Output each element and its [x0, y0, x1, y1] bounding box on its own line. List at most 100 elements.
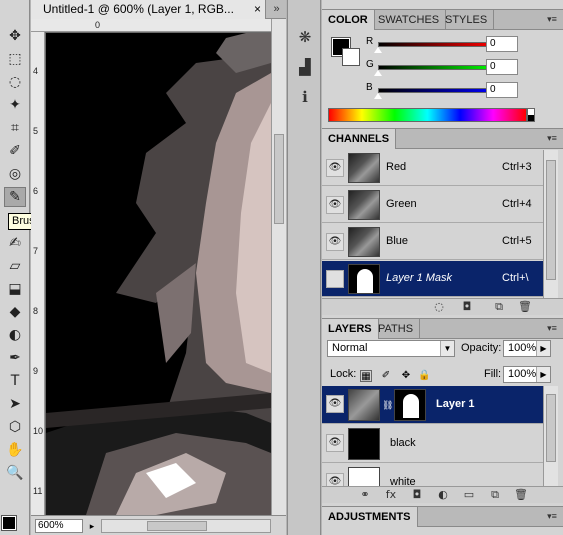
eye-icon[interactable]: 👁 [326, 233, 344, 251]
blend-mode-select[interactable]: Normal ▼ [327, 340, 455, 357]
layer-row[interactable]: 👁 black [322, 425, 543, 463]
shape-tool-icon[interactable]: ⬡ [4, 417, 26, 437]
eye-icon[interactable]: 👁 [326, 159, 344, 177]
zoom-field[interactable]: 600% [35, 519, 83, 533]
lock-transparency-icon[interactable]: ▦ [360, 370, 372, 382]
layer-row[interactable]: 👁 ⛓ Layer 1 [322, 386, 543, 424]
blur-tool-icon[interactable]: ◆ [4, 302, 26, 322]
channel-thumbnail [348, 264, 380, 294]
eye-icon[interactable]: 👁 [326, 395, 344, 413]
marquee-tool-icon[interactable]: ⬚ [4, 49, 26, 69]
fill-field[interactable]: 100% ▶ [503, 366, 551, 383]
magic-wand-tool-icon[interactable]: ✦ [4, 95, 26, 115]
lasso-tool-icon[interactable]: ◌ [4, 72, 26, 92]
pen-tool-icon[interactable]: ✒ [4, 348, 26, 368]
add-mask-icon[interactable]: ◘ [410, 488, 424, 502]
slider-value-field[interactable]: 0 [486, 82, 518, 98]
ruler-left: 4 5 6 7 8 9 10 11 [31, 32, 45, 515]
load-selection-icon[interactable]: ◌ [432, 300, 446, 314]
vertical-scrollbar[interactable] [271, 19, 286, 515]
tab-paths[interactable]: PATHS [372, 319, 421, 339]
slider-track[interactable] [378, 65, 496, 70]
slider-value-field[interactable]: 0 [486, 36, 518, 52]
slider-handle[interactable] [374, 47, 382, 53]
tab-color[interactable]: COLOR [322, 10, 375, 30]
info-icon[interactable]: ℹ [294, 86, 316, 108]
new-group-icon[interactable]: ▭ [462, 488, 476, 502]
hand-tool-icon[interactable]: ✋ [4, 440, 26, 460]
panel-menu-icon[interactable]: ▾≡ [545, 132, 559, 144]
scroll-thumb[interactable] [546, 394, 556, 462]
panel-menu-icon[interactable]: ▾≡ [545, 322, 559, 334]
lock-position-icon[interactable]: ✥ [400, 370, 412, 382]
channels-panel-tabs: CHANNELS ▾≡ [322, 128, 563, 149]
scroll-thumb[interactable] [147, 521, 207, 531]
image-canvas[interactable] [46, 33, 271, 515]
layers-scrollbar[interactable] [543, 386, 558, 486]
scroll-thumb[interactable] [546, 160, 556, 280]
slider-handle[interactable] [374, 93, 382, 99]
fx-icon[interactable]: fx [384, 488, 398, 502]
opacity-label: Opacity: [461, 342, 502, 354]
history-brush-tool-icon[interactable]: ✍ [4, 233, 26, 253]
foreground-color-swatch[interactable] [1, 515, 17, 531]
brush-tool-icon[interactable]: ✎ [4, 187, 26, 207]
panel-menu-icon[interactable]: ▾≡ [545, 13, 559, 25]
histogram-icon[interactable]: ▟ [294, 56, 316, 78]
color-spectrum-bar[interactable] [328, 108, 527, 122]
channel-row[interactable]: 👁 Green Ctrl+4 [322, 187, 543, 223]
save-selection-icon[interactable]: ◘ [460, 300, 474, 314]
link-icon[interactable]: ⛓ [382, 400, 393, 411]
crop-tool-icon[interactable]: ⌗ [4, 118, 26, 138]
trash-icon[interactable]: 🗑 [514, 488, 528, 502]
navigator-icon[interactable]: ❋ [294, 26, 316, 48]
layer-mask-thumbnail[interactable] [394, 389, 426, 421]
black-white-ramp[interactable] [527, 108, 535, 122]
status-menu-icon[interactable]: ▸ [86, 519, 98, 533]
opacity-field[interactable]: 100% ▶ [503, 340, 551, 357]
eyedropper-tool-icon[interactable]: ✐ [4, 141, 26, 161]
trash-icon[interactable]: 🗑 [518, 300, 532, 314]
channel-row[interactable]: Layer 1 Mask Ctrl+\ [322, 261, 543, 297]
type-tool-icon[interactable]: T [4, 371, 26, 391]
tab-swatches[interactable]: SWATCHES [372, 10, 447, 30]
slider-handle[interactable] [374, 70, 382, 76]
link-layers-icon[interactable]: ⚭ [358, 488, 372, 502]
blend-mode-value: Normal [332, 342, 368, 354]
eye-icon[interactable]: 👁 [326, 434, 344, 452]
spot-healing-tool-icon[interactable]: ◎ [4, 164, 26, 184]
close-icon[interactable]: × [254, 0, 261, 18]
channel-row[interactable]: 👁 Blue Ctrl+5 [322, 224, 543, 260]
tab-adjustments[interactable]: ADJUSTMENTS [322, 507, 418, 527]
background-color-swatch[interactable] [342, 48, 360, 66]
slider-value-field[interactable]: 0 [486, 59, 518, 75]
lock-pixels-icon[interactable]: ✐ [380, 370, 392, 382]
slider-g[interactable]: G0 [366, 59, 561, 77]
path-selection-tool-icon[interactable]: ➤ [4, 394, 26, 414]
document-tab[interactable]: Untitled-1 @ 600% (Layer 1, RGB... × [31, 0, 266, 19]
tab-styles[interactable]: STYLES [439, 10, 495, 30]
scroll-thumb[interactable] [274, 134, 284, 224]
slider-r[interactable]: R0 [366, 36, 561, 54]
new-layer-icon[interactable]: ⧉ [488, 488, 502, 502]
horizontal-scrollbar[interactable] [101, 519, 271, 533]
panel-menu-icon[interactable]: ▾≡ [545, 510, 559, 522]
tab-channels[interactable]: CHANNELS [322, 129, 397, 149]
channel-row[interactable]: 👁 Red Ctrl+3 [322, 150, 543, 186]
eye-icon[interactable]: 👁 [326, 196, 344, 214]
slider-b[interactable]: B0 [366, 82, 561, 100]
move-tool-icon[interactable]: ✥ [4, 26, 26, 46]
zoom-tool-icon[interactable]: 🔍 [4, 463, 26, 483]
dodge-tool-icon[interactable]: ◐ [4, 325, 26, 345]
paint-bucket-tool-icon[interactable]: ⬓ [4, 279, 26, 299]
eraser-tool-icon[interactable]: ▱ [4, 256, 26, 276]
new-channel-icon[interactable]: ⧉ [492, 300, 506, 314]
tab-overflow-button[interactable]: » [267, 0, 286, 19]
visibility-toggle[interactable] [326, 270, 344, 288]
slider-track[interactable] [378, 88, 496, 93]
channels-scrollbar[interactable] [543, 150, 558, 298]
slider-track[interactable] [378, 42, 496, 47]
lock-all-icon[interactable]: 🔒 [418, 370, 430, 382]
tab-layers[interactable]: LAYERS [322, 319, 379, 339]
adjustment-layer-icon[interactable]: ◐ [436, 488, 450, 502]
